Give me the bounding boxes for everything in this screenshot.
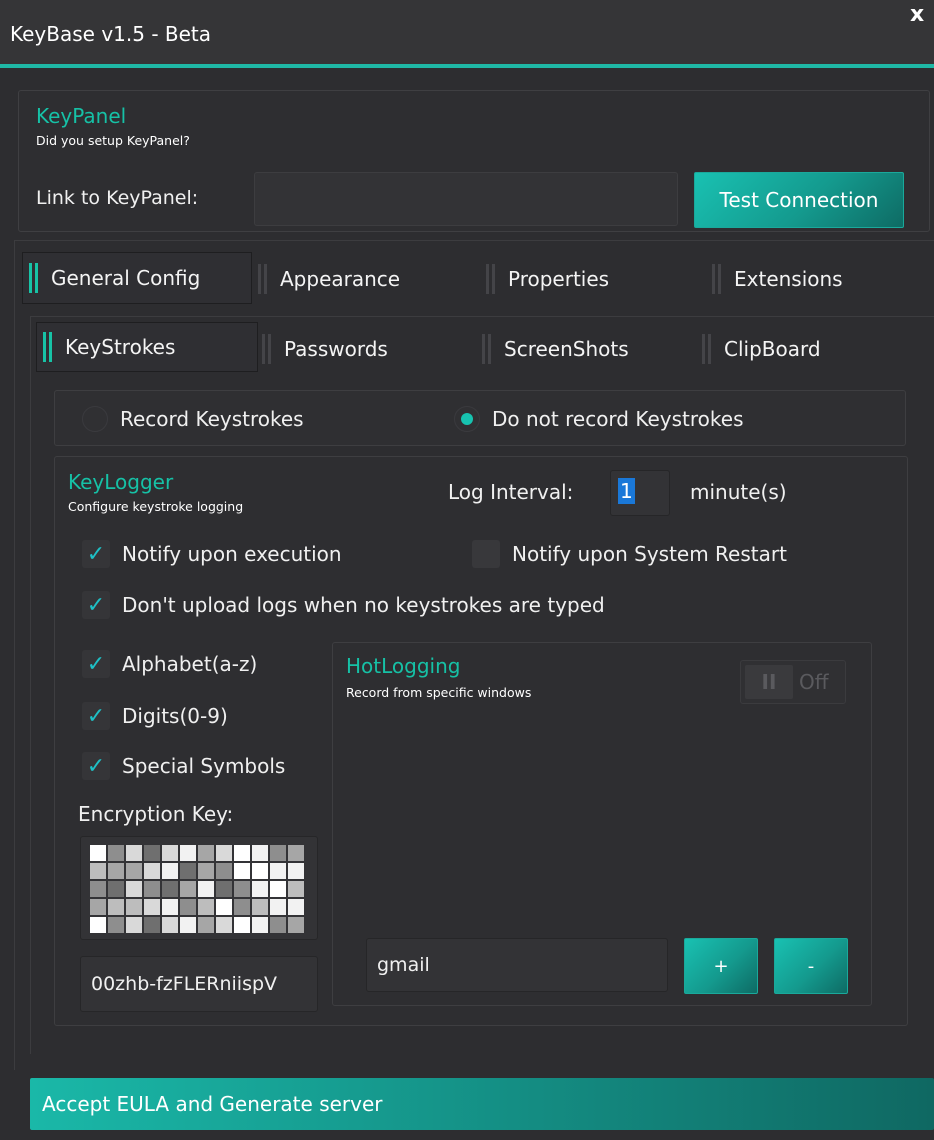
tab-label: Appearance [280, 267, 401, 291]
add-window-button[interactable]: + [684, 938, 758, 994]
encryption-pattern-icon [90, 845, 306, 933]
log-interval-label: Log Interval: [448, 480, 574, 504]
tab-indicator-icon [486, 264, 498, 294]
log-interval-value[interactable]: 1 [618, 478, 635, 504]
hotlogging-window-input[interactable] [366, 938, 668, 992]
keypanel-subtitle: Did you setup KeyPanel? [36, 133, 190, 148]
tab-appearance[interactable]: Appearance [258, 260, 478, 298]
checkmark-icon: ✓ [82, 591, 110, 619]
remove-window-button[interactable]: - [774, 938, 848, 994]
subtab-label: Passwords [284, 337, 388, 361]
checkbox-label: Don't upload logs when no keystrokes are… [122, 593, 605, 617]
subtab-screenshots[interactable]: ScreenShots [482, 330, 692, 368]
radio-label: Record Keystrokes [120, 407, 304, 431]
checkbox-special-symbols[interactable]: ✓ Special Symbols [82, 752, 285, 780]
checkbox-label: Alphabet(a-z) [122, 652, 258, 676]
checkbox-label: Special Symbols [122, 754, 286, 778]
subtab-keystrokes[interactable]: KeyStrokes [36, 322, 258, 372]
subtab-clipboard[interactable]: ClipBoard [702, 330, 912, 368]
checkmark-icon: ✓ [82, 540, 110, 568]
tab-general-config[interactable]: General Config [22, 252, 252, 304]
tab-indicator-icon [702, 334, 714, 364]
tab-label: General Config [51, 266, 201, 290]
test-connection-button[interactable]: Test Connection [694, 172, 904, 228]
checkbox-empty-icon: ✓ [472, 540, 500, 568]
encryption-key-label: Encryption Key: [78, 802, 234, 826]
window-title: KeyBase v1.5 - Beta [10, 22, 212, 46]
hotlogging-toggle[interactable]: II Off [740, 660, 846, 704]
keylogger-title: KeyLogger [68, 470, 174, 494]
close-icon[interactable]: x [910, 2, 924, 27]
radio-record-keystrokes[interactable]: Record Keystrokes [82, 406, 304, 432]
radio-off-icon [82, 406, 108, 432]
toggle-state-label: Off [799, 670, 829, 694]
checkbox-digits[interactable]: ✓ Digits(0-9) [82, 702, 228, 730]
radio-do-not-record[interactable]: Do not record Keystrokes [454, 406, 743, 432]
log-interval-unit: minute(s) [690, 480, 787, 504]
tab-indicator-icon [43, 332, 55, 362]
keypanel-title: KeyPanel [36, 104, 127, 128]
subtab-label: ScreenShots [504, 337, 629, 361]
keylogger-subtitle: Configure keystroke logging [68, 499, 244, 514]
title-accent-line [0, 64, 934, 68]
radio-label: Do not record Keystrokes [492, 407, 744, 431]
tab-indicator-icon [482, 334, 494, 364]
hotlogging-title: HotLogging [346, 654, 461, 678]
subtab-label: ClipBoard [724, 337, 821, 361]
tab-extensions[interactable]: Extensions [712, 260, 922, 298]
subtab-label: KeyStrokes [65, 335, 176, 359]
hotlogging-subtitle: Record from specific windows [346, 685, 532, 700]
checkbox-notify-restart[interactable]: ✓ Notify upon System Restart [472, 540, 787, 568]
checkbox-alphabet[interactable]: ✓ Alphabet(a-z) [82, 650, 257, 678]
pause-icon: II [745, 665, 793, 699]
generate-server-button[interactable]: Accept EULA and Generate server [30, 1078, 934, 1130]
checkbox-dont-upload[interactable]: ✓ Don't upload logs when no keystrokes a… [82, 591, 605, 619]
tab-label: Properties [508, 267, 610, 291]
tab-indicator-icon [262, 334, 274, 364]
tab-indicator-icon [258, 264, 270, 294]
checkbox-notify-execution[interactable]: ✓ Notify upon execution [82, 540, 342, 568]
checkmark-icon: ✓ [82, 650, 110, 678]
tab-indicator-icon [712, 264, 724, 294]
checkbox-label: Notify upon System Restart [512, 542, 787, 566]
tab-properties[interactable]: Properties [486, 260, 696, 298]
checkmark-icon: ✓ [82, 702, 110, 730]
checkbox-label: Notify upon execution [122, 542, 342, 566]
keypanel-link-input[interactable] [254, 172, 678, 226]
radio-on-icon [454, 406, 480, 432]
subtab-passwords[interactable]: Passwords [262, 330, 472, 368]
tab-indicator-icon [29, 263, 41, 293]
checkbox-label: Digits(0-9) [122, 704, 228, 728]
encryption-key-field[interactable]: 00zhb-fzFLERniispV [80, 956, 318, 1012]
keypanel-link-label: Link to KeyPanel: [36, 187, 199, 209]
tab-label: Extensions [734, 267, 843, 291]
checkmark-icon: ✓ [82, 752, 110, 780]
